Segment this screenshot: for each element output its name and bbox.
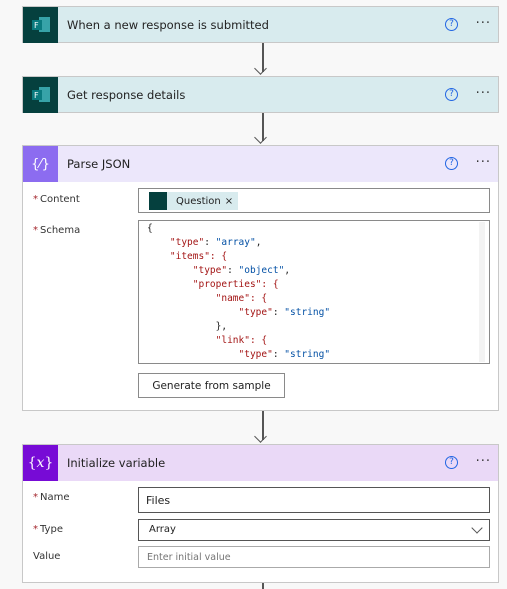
variable-icon: {x} xyxy=(23,445,58,481)
value-label: Value xyxy=(33,551,61,562)
step-get-response-card[interactable]: F Get response details ? ··· xyxy=(22,76,499,113)
parse-json-icon: {⁄} xyxy=(23,146,58,182)
step-trigger-card[interactable]: F When a new response is submitted ? ··· xyxy=(22,6,499,43)
more-options-icon[interactable]: ··· xyxy=(476,16,491,31)
schema-line: { xyxy=(147,223,153,234)
generate-from-sample-button[interactable]: Generate from sample xyxy=(138,373,285,398)
forms-icon xyxy=(149,192,167,210)
arrow-head-icon xyxy=(254,131,267,144)
schema-line: "link": { xyxy=(147,335,268,346)
schema-line: "items": { xyxy=(147,251,228,262)
arrow-head-icon xyxy=(254,430,267,443)
name-label: * Name xyxy=(33,492,70,503)
schema-editor[interactable]: { "type": "array", "items": { "type": "o… xyxy=(138,220,490,364)
forms-icon: F xyxy=(23,77,58,113)
name-input[interactable]: Files xyxy=(138,487,490,513)
more-options-icon[interactable]: ··· xyxy=(476,86,491,101)
schema-scrollbar[interactable] xyxy=(479,222,485,362)
help-icon[interactable]: ? xyxy=(445,456,458,469)
chevron-down-icon xyxy=(471,522,483,534)
more-options-icon[interactable]: ··· xyxy=(476,155,491,170)
help-icon[interactable]: ? xyxy=(445,88,458,101)
step-title: Initialize variable xyxy=(67,456,166,470)
schema-line: "type": "string" xyxy=(238,307,331,318)
arrow-head-icon xyxy=(254,62,267,75)
connector-arrow xyxy=(262,583,264,589)
svg-text:F: F xyxy=(34,91,39,100)
schema-line: "type": "object", xyxy=(192,265,291,276)
schema-line: }, xyxy=(147,321,228,332)
remove-token-icon[interactable]: × xyxy=(225,196,233,207)
value-input[interactable] xyxy=(138,546,490,568)
step-title: Parse JSON xyxy=(67,157,131,171)
schema-label: * Schema xyxy=(33,225,81,236)
schema-line: "type": "array", xyxy=(169,237,262,248)
step-title: When a new response is submitted xyxy=(67,18,269,32)
type-select[interactable]: Array xyxy=(138,519,490,541)
step-parse-json-card: {⁄} Parse JSON ? ··· * Content Question ×… xyxy=(22,145,499,411)
svg-text:F: F xyxy=(34,21,39,30)
content-label: * Content xyxy=(33,194,80,205)
schema-line: "type": "string" xyxy=(238,349,331,360)
step-initialize-variable-card: {x} Initialize variable ? ··· * Name File… xyxy=(22,444,499,583)
help-icon[interactable]: ? xyxy=(445,157,458,170)
more-options-icon[interactable]: ··· xyxy=(476,454,491,469)
step-title: Get response details xyxy=(67,88,186,102)
help-icon[interactable]: ? xyxy=(445,18,458,31)
content-input[interactable]: Question × xyxy=(138,188,490,213)
type-label: * Type xyxy=(33,524,63,535)
forms-icon: F xyxy=(23,7,58,43)
schema-line: "name": { xyxy=(147,293,268,304)
question-token[interactable]: Question × xyxy=(149,192,239,210)
schema-line: "properties": { xyxy=(147,279,279,290)
